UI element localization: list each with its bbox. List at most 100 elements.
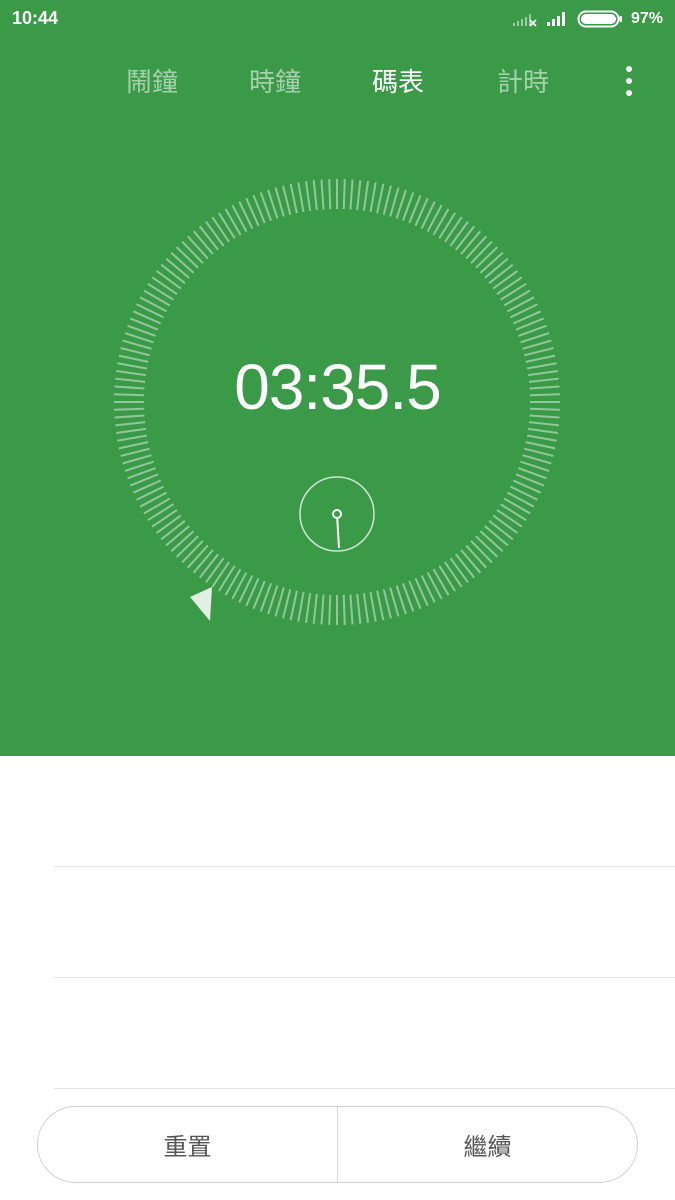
dial-tick [120,447,150,457]
battery-percent: 97% [630,10,663,27]
dial-tick [282,185,292,215]
dial-tick [147,282,174,301]
tab-alarm[interactable]: 鬧鐘 [126,62,178,99]
dial-tick [460,549,482,574]
dial-tick [362,181,370,212]
dial-tick [449,221,469,247]
dial-tick [274,187,285,217]
dial-tick [187,544,209,569]
dial-tick [192,230,214,255]
dial-tick [117,434,148,442]
dial-tick [465,544,487,569]
dial-tick [356,180,362,211]
no-sim-signal-icon [512,14,537,27]
dial-tick [492,514,518,534]
progress-indicator-icon [190,587,212,621]
dial-tick [116,427,147,435]
dial-tick [175,535,199,558]
dial-tick [198,553,219,579]
dial-tick [118,441,149,450]
dial-tick [198,225,219,251]
dial-tick [342,594,346,625]
dial-tick [274,587,285,617]
dial-tick [376,183,385,214]
resume-button[interactable]: 繼續 [338,1107,637,1182]
dial-tick [304,592,312,623]
dial-tick [522,339,552,350]
dial-tick [470,240,493,264]
dial-tick [211,216,230,243]
dial-tick [312,593,318,624]
dial-tick [522,454,552,465]
reset-button[interactable]: 重置 [38,1107,337,1182]
dial-tick [479,252,504,274]
dial-tick [444,216,463,243]
dial-tick [320,594,325,625]
dial-tick [432,568,450,596]
status-bar: 10:44 97% [0,0,675,40]
dial-tick [224,208,242,236]
more-options-icon[interactable] [623,66,635,96]
dial-tick [496,509,523,528]
tab-stopwatch[interactable]: 碼表 [372,62,424,99]
dial-tick [217,212,236,239]
lap-row [54,867,675,978]
dial-tick [160,520,186,541]
dial-tick [205,557,225,583]
dial-tick [224,568,242,596]
dial-tick [438,565,457,592]
dial-tick [500,503,527,522]
tab-clock[interactable]: 時鐘 [249,62,301,99]
dial-tick [460,230,482,255]
dial-tick [187,235,209,260]
dial-tick [369,182,377,213]
dial-tick [455,225,476,251]
dial-tick [217,565,236,592]
dial-tick [503,497,531,515]
dial-tick [506,491,535,508]
dial-tick [376,590,385,621]
dial-tick [160,263,186,284]
lap-row [54,756,675,867]
control-bar: 重置 繼續 [37,1106,638,1183]
dial-tick [488,263,514,284]
dial-tick [496,276,523,295]
dial-tick [175,246,199,269]
dial-tick [389,187,400,217]
dial-tick [143,497,171,515]
dial-tick [488,520,514,541]
dial-tick [143,289,171,307]
dial-tick [426,204,443,233]
elapsed-time: 03:35.5 [234,351,442,423]
dial-tick [328,179,332,210]
dial-tick [170,252,195,274]
tab-timer[interactable]: 計時 [497,62,549,99]
dial-tick [465,235,487,260]
dial-tick [312,180,318,211]
dial-tick [192,549,214,574]
dial-tick [289,590,298,621]
dial-tick [181,240,204,264]
dial-tick [139,491,168,508]
dial-tick [479,530,504,552]
dial-tick [526,434,557,442]
dial-tick [382,185,392,215]
dial-tick [156,270,182,290]
dial-tick [389,587,400,617]
dial-tick [524,447,554,457]
dial-tick [139,296,168,313]
dial-tick [506,296,535,313]
lap-list [54,756,675,1089]
dial-tick [470,540,493,564]
dial-tick [444,561,463,588]
dial-tick [426,571,443,600]
dial-tick [122,454,152,465]
battery-icon [577,10,622,28]
dial-tick [170,530,195,552]
dial-tick [527,427,558,435]
dial-tick [449,557,469,583]
dial-tick [304,181,312,212]
dial-tick [484,257,509,279]
dial-tick [484,525,509,547]
dial-tick [205,221,225,247]
